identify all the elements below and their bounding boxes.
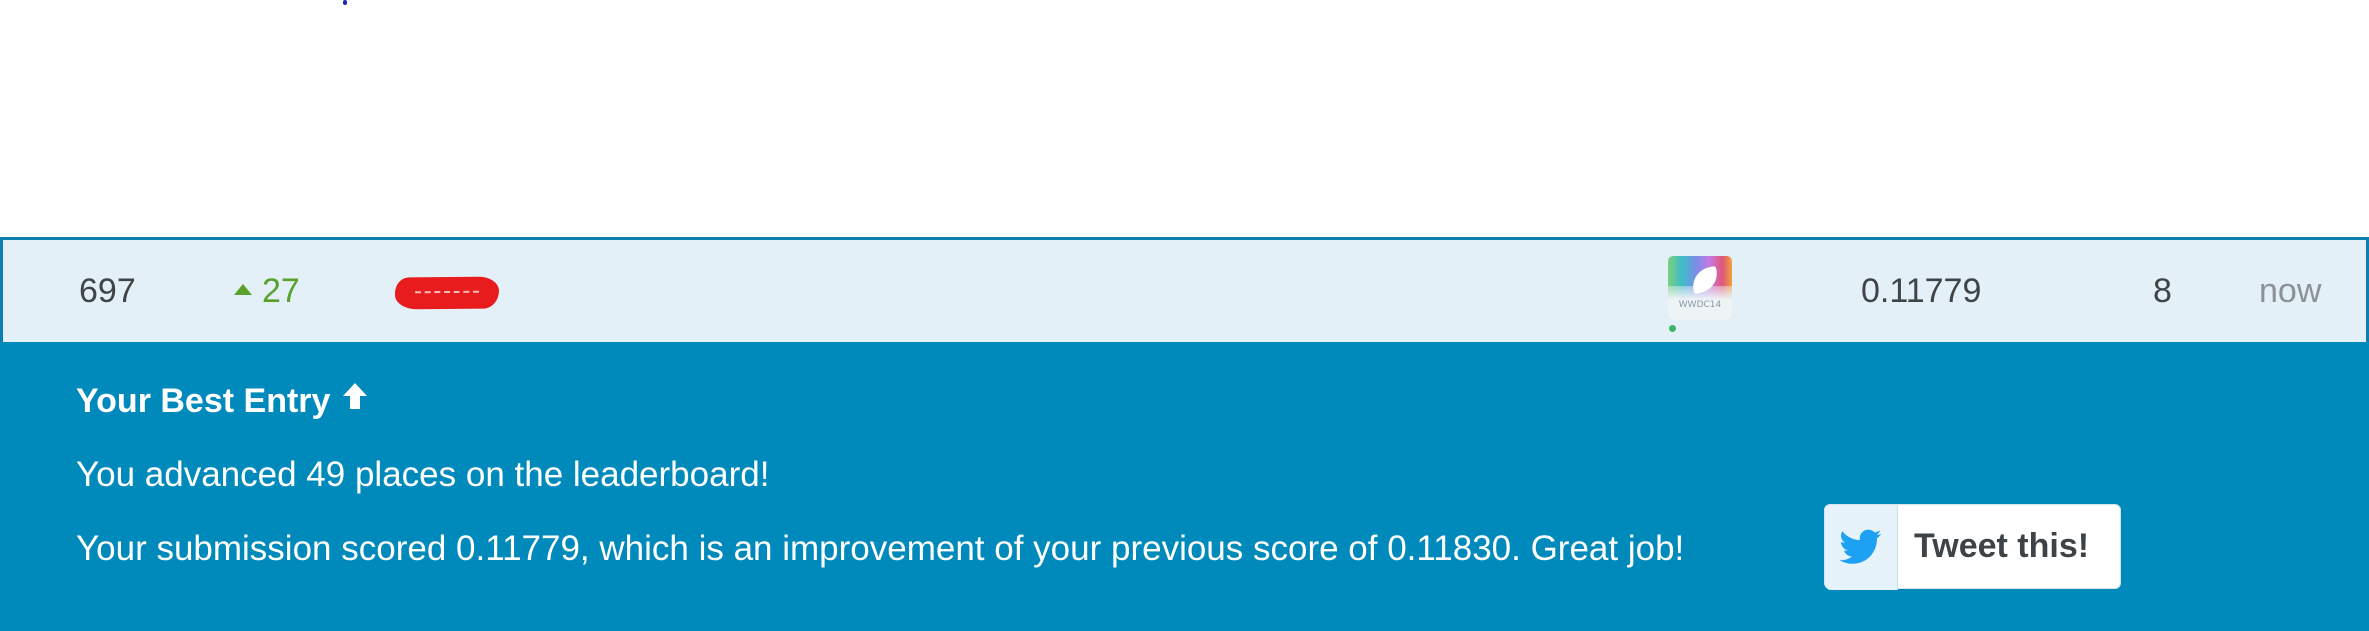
rank: 697	[79, 272, 136, 310]
tweet-button[interactable]: Tweet this!	[1824, 504, 2121, 590]
twitter-icon-box	[1825, 505, 1898, 590]
arrow-up-icon	[340, 381, 370, 420]
apple-logo-icon	[1690, 265, 1720, 295]
online-status-dot	[1669, 325, 1676, 332]
best-entry-title-text: Your Best Entry	[76, 382, 331, 420]
avatar-caption: WWDC14	[1678, 300, 1722, 310]
team-name-redacted[interactable]	[394, 276, 500, 310]
last-submission: now	[2259, 272, 2322, 310]
twitter-bird-icon	[1840, 529, 1882, 564]
rank-change: 27	[234, 240, 300, 342]
leaderboard-row: 697 27 WWDC14 0.11779 8 now	[0, 237, 2369, 342]
best-entry-panel: Your Best Entry You advanced 49 places o…	[0, 342, 2369, 631]
rank-change-value: 27	[262, 272, 300, 310]
cursor-dot	[343, 0, 347, 5]
advanced-message: You advanced 49 places on the leaderboar…	[76, 455, 770, 494]
score-message: Your submission scored 0.11779, which is…	[76, 529, 1685, 568]
entries-count: 8	[2153, 272, 2172, 310]
tweet-button-label: Tweet this!	[1914, 527, 2090, 565]
score: 0.11779	[1861, 272, 1982, 310]
team-avatar[interactable]: WWDC14	[1668, 256, 1732, 320]
best-entry-title: Your Best Entry	[76, 382, 370, 423]
triangle-up-icon	[234, 283, 252, 295]
